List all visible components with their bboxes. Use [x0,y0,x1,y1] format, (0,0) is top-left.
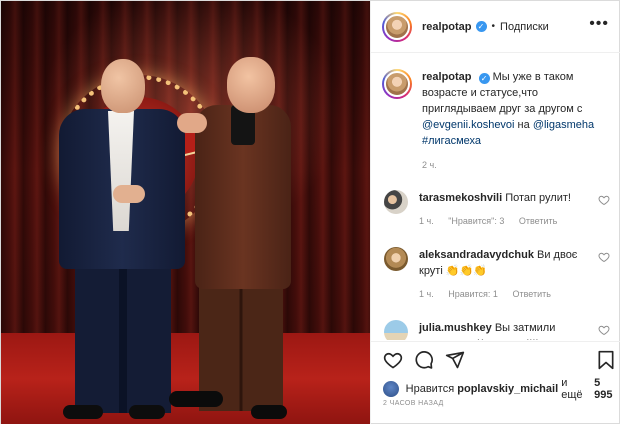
comment-text: Потап рулит! [505,192,571,204]
mention-link[interactable]: @evgenii.koshevoi [422,119,515,131]
action-bar [371,341,620,377]
author-avatar[interactable] [382,69,412,99]
post-dialog: realpotap ✓ • Подписки ••• realpotap ✓ М… [0,0,620,424]
red-carpet [1,333,370,424]
post-timestamp[interactable]: 2 ЧАСОВ НАЗАД [383,400,444,407]
comment-meta: 1 ч. "Нравится": 3 Ответить [419,213,601,229]
comment-body: tarasmekoshvili Потап рулит! 1 ч. "Нрави… [419,190,601,229]
comment-heart-icon[interactable] [598,194,610,206]
share-icon[interactable] [445,350,465,370]
caption-username[interactable]: realpotap [422,71,472,83]
left-person-shoe [63,405,103,419]
comment-time[interactable]: 1 ч. [419,216,434,226]
commenter-avatar[interactable] [384,190,408,214]
right-person-shoe [251,405,287,419]
comment-heart-icon[interactable] [598,324,610,336]
caption-body: на [514,119,533,131]
comment-body: julia.mushkey Вы затмили полностью Кошев… [419,320,601,340]
comment-item: julia.mushkey Вы затмили полностью Кошев… [382,320,610,340]
author-avatar[interactable] [382,11,412,42]
likes-summary: Нравится poplavskiy_michail и ещё 5 995 [383,377,620,401]
verified-icon: ✓ [475,21,487,32]
comment-heart-icon[interactable] [598,251,610,263]
left-person-head [101,59,145,113]
left-person-hand [113,185,145,203]
left-person-legs [75,263,171,413]
post-photo[interactable] [1,1,370,424]
right-person-head [227,57,275,113]
comment-item: tarasmekoshvili Потап рулит! 1 ч. "Нрави… [382,190,610,229]
comment-icon[interactable] [414,350,434,370]
hashtag-link[interactable]: #лигасмеха [422,135,481,147]
post-side-panel: realpotap ✓ • Подписки ••• realpotap ✓ М… [370,1,620,424]
comments-list[interactable]: realpotap ✓ Мы уже в таком возрасте и ст… [371,54,620,340]
likes-suffix: и ещё [561,377,583,401]
liker-username[interactable]: poplavskiy_michail [457,383,558,395]
heart-icon[interactable] [383,350,403,370]
comment-time[interactable]: 1 ч. [419,289,434,299]
comment-likes[interactable]: "Нравится": 3 [448,216,504,226]
reply-button[interactable]: Ответить [519,216,557,226]
more-icon[interactable]: ••• [589,16,609,32]
likes-prefix: Нравится [405,383,455,395]
commenter-avatar[interactable] [384,320,408,340]
likes-count[interactable]: 5 995 [594,377,620,401]
right-person-shoe [169,391,223,407]
commenter-username[interactable]: julia.mushkey [419,322,492,334]
reply-button[interactable]: Ответить [512,289,550,299]
right-person-hand [177,113,207,133]
verified-icon: ✓ [478,73,490,84]
comment-body: aleksandradavydchuk Ви двоє круті 👏👏👏 1 … [419,247,601,302]
liker-avatar[interactable] [383,381,399,397]
commenter-avatar[interactable] [384,247,408,271]
caption-timestamp[interactable]: 2 ч. [422,157,610,173]
comment-likes[interactable]: Нравится: 1 [448,289,498,299]
commenter-username[interactable]: aleksandradavydchuk [419,249,534,261]
comment-meta: 1 ч. Нравится: 1 Ответить [419,286,601,302]
commenter-username[interactable]: tarasmekoshvili [419,192,502,204]
author-username[interactable]: realpotap [422,21,472,33]
post-caption: realpotap ✓ Мы уже в таком возрасте и ст… [382,69,610,173]
post-header: realpotap ✓ • Подписки ••• [371,1,620,53]
comment-item: aleksandradavydchuk Ви двоє круті 👏👏👏 1 … [382,247,610,302]
mention-link[interactable]: @ligasmeha [533,119,594,131]
separator-dot: • [491,21,496,32]
caption-text: realpotap ✓ Мы уже в таком возрасте и ст… [422,69,610,173]
left-person-shoe [129,405,165,419]
following-button[interactable]: Подписки [500,21,549,33]
bookmark-icon[interactable] [597,350,615,370]
